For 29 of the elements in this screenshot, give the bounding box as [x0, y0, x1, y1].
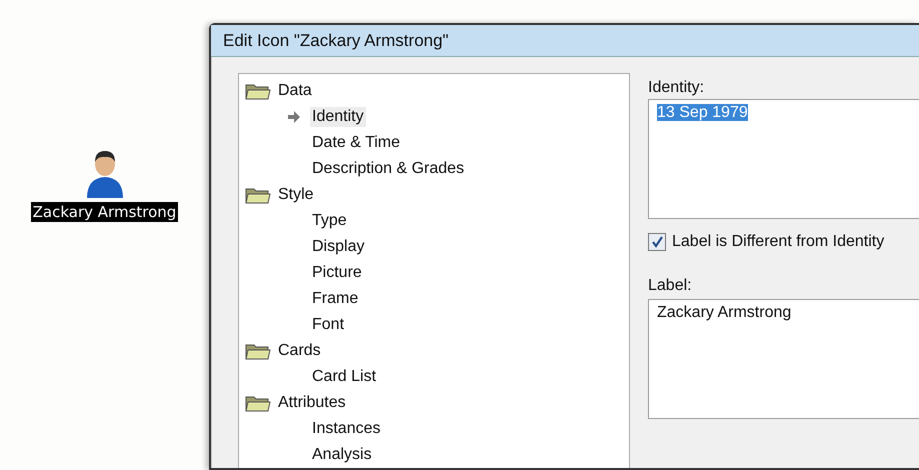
label-caption: Label: — [648, 277, 693, 296]
tree-item[interactable]: Date & Time — [310, 133, 402, 153]
tree-item[interactable]: Attributes — [278, 394, 346, 412]
folder-icon — [245, 82, 271, 100]
tree-item[interactable]: Font — [310, 315, 346, 335]
tree-item[interactable]: Data — [278, 82, 312, 100]
identity-label: Identity: — [648, 79, 706, 98]
icon-label[interactable]: Zackary Armstrong — [30, 202, 178, 222]
tree-item[interactable]: Style — [278, 186, 314, 204]
label-field[interactable]: Zackary Armstrong — [648, 299, 919, 419]
tree-item[interactable]: Type — [310, 211, 349, 231]
identity-field[interactable]: 13 Sep 1979 — [648, 99, 919, 219]
tree-item[interactable]: Identity — [310, 107, 366, 127]
tree-item[interactable]: Description & Grades — [310, 159, 466, 179]
tree-item[interactable]: Display — [310, 237, 366, 257]
checkbox[interactable] — [648, 233, 666, 251]
tree-item[interactable]: Analysis — [310, 445, 374, 465]
tree-item[interactable]: Instances — [310, 419, 382, 439]
folder-icon — [245, 394, 271, 412]
tree-item[interactable]: Cards — [278, 342, 321, 360]
tree-item[interactable]: Card List — [310, 367, 378, 387]
tree-item[interactable]: Frame — [310, 289, 360, 309]
window-title: Edit Icon "Zackary Armstrong" — [223, 30, 449, 50]
tree-item[interactable]: Picture — [310, 263, 364, 283]
arrow-icon — [287, 110, 301, 124]
folder-icon — [245, 342, 271, 360]
person-icon[interactable] — [84, 148, 124, 198]
folder-icon — [245, 186, 271, 204]
checkbox-label[interactable]: Label is Different from Identity — [672, 233, 884, 251]
